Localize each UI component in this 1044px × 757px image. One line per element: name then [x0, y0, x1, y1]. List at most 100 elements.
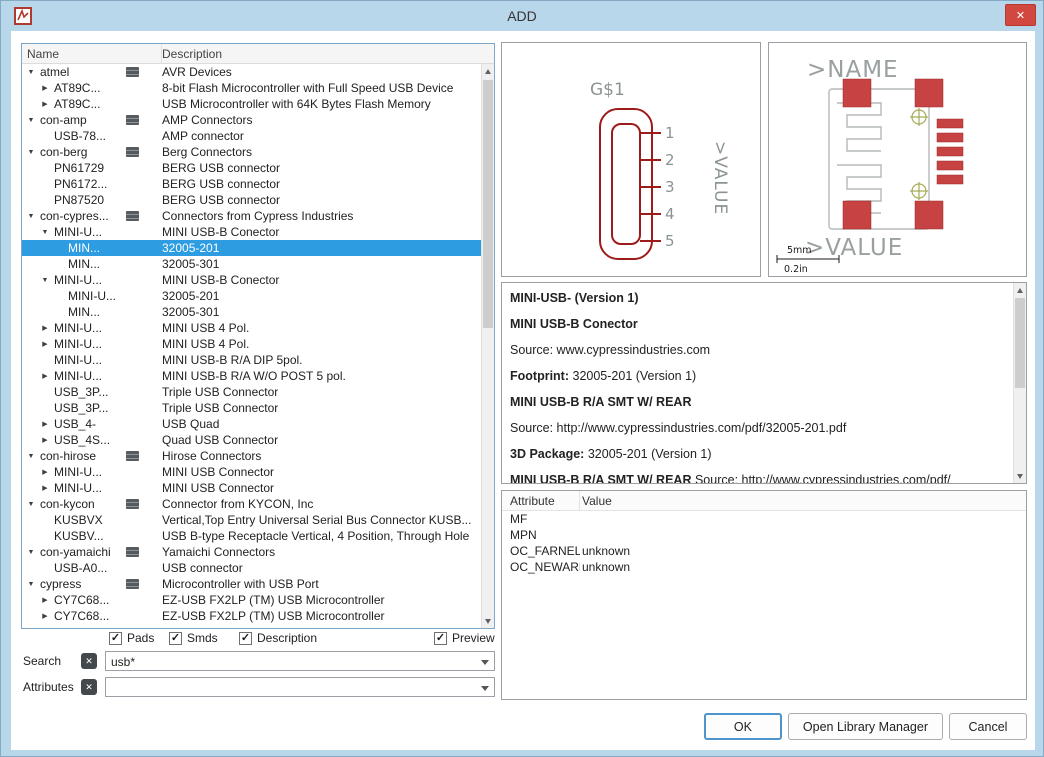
collapse-icon[interactable]: ▼: [26, 149, 36, 156]
column-header-name[interactable]: Name: [22, 44, 162, 63]
attribute-row[interactable]: MF: [502, 511, 1026, 527]
tree-row[interactable]: ▶ MINI-U... MINI USB 4 Pol.: [22, 320, 481, 336]
tree-row[interactable]: ▼ con-berg Berg Connectors: [22, 144, 481, 160]
preview-checkbox[interactable]: ✓ Preview: [434, 631, 495, 645]
library-tree-body[interactable]: ▼ atmel AVR Devices ▶ AT89C... 8-bit Flash Mi…: [22, 64, 481, 628]
attributes-filter-row: Attributes ✕: [21, 677, 495, 697]
description-checkbox[interactable]: ✓ Description: [239, 631, 317, 645]
expand-icon[interactable]: ▶: [40, 420, 50, 428]
tree-row[interactable]: ▼ MINI-U... MINI USB-B Conector: [22, 224, 481, 240]
tree-row[interactable]: ▼ con-yamaichi Yamaichi Connectors: [22, 544, 481, 560]
collapse-icon[interactable]: ▼: [26, 453, 36, 460]
description-paragraph: 3D Package: 32005-201 (Version 1): [510, 446, 1005, 462]
expand-icon[interactable]: ▶: [40, 612, 50, 620]
entry-name: MINI-U...: [54, 225, 102, 239]
tree-row[interactable]: PN61729 BERG USB connector: [22, 160, 481, 176]
tree-row[interactable]: USB_3P... Triple USB Connector: [22, 384, 481, 400]
tree-row[interactable]: ▶ USB_4S... Quad USB Connector: [22, 432, 481, 448]
column-header-description[interactable]: Description: [162, 44, 494, 63]
close-button[interactable]: ✕: [1005, 4, 1036, 26]
tree-row[interactable]: USB_3P... Triple USB Connector: [22, 400, 481, 416]
checkbox-box[interactable]: ✓: [109, 631, 122, 645]
clear-attributes-icon[interactable]: ✕: [81, 679, 97, 695]
ok-button[interactable]: OK: [703, 713, 782, 740]
dropdown-arrow-icon[interactable]: [481, 686, 489, 691]
tree-scrollbar[interactable]: [481, 64, 494, 628]
checkbox-box[interactable]: ✓: [169, 631, 182, 645]
tree-row[interactable]: PN87520 BERG USB connector: [22, 192, 481, 208]
tree-row[interactable]: ▶ AT89C... USB Microcontroller with 64K By…: [22, 96, 481, 112]
expand-icon[interactable]: ▶: [40, 372, 50, 380]
expand-icon[interactable]: ▶: [40, 100, 50, 108]
tree-row[interactable]: ▶ USB_4- USB Quad: [22, 416, 481, 432]
cancel-button[interactable]: Cancel: [949, 713, 1027, 740]
dropdown-arrow-icon[interactable]: [481, 660, 489, 665]
scroll-thumb[interactable]: [1015, 298, 1025, 388]
column-header-value[interactable]: Value: [580, 491, 1026, 510]
tree-row[interactable]: ▼ con-hirose Hirose Connectors: [22, 448, 481, 464]
checkbox-box[interactable]: ✓: [239, 631, 252, 645]
tree-row[interactable]: PN6172... BERG USB connector: [22, 176, 481, 192]
expand-icon[interactable]: ▶: [40, 484, 50, 492]
collapse-icon[interactable]: ▼: [26, 69, 36, 76]
tree-row[interactable]: MIN... 32005-201: [22, 240, 481, 256]
tree-row[interactable]: ▼ cypress Microcontroller with USB Port: [22, 576, 481, 592]
tree-row[interactable]: ▶ CY7C68... EZ-USB FX2LP (TM) USB Microcon…: [22, 592, 481, 608]
collapse-icon[interactable]: ▼: [40, 277, 50, 284]
pads-checkbox[interactable]: ✓ Pads: [109, 631, 154, 645]
tree-row[interactable]: ▼ MINI-U... MINI USB-B Conector: [22, 272, 481, 288]
scroll-up-icon[interactable]: [482, 64, 494, 78]
expand-icon[interactable]: ▶: [40, 84, 50, 92]
collapse-icon[interactable]: ▼: [26, 581, 36, 588]
tree-row[interactable]: ▶ CY7C68... EZ-USB FX2LP (TM) USB Microcon…: [22, 608, 481, 624]
checkbox-box[interactable]: ✓: [434, 631, 447, 645]
entry-description: MINI USB 4 Pol.: [162, 321, 250, 335]
tree-row[interactable]: ▼ con-kycon Connector from KYCON, Inc: [22, 496, 481, 512]
tree-row[interactable]: ▶ AT89C... 8-bit Flash Microcontroller wit…: [22, 80, 481, 96]
tree-row[interactable]: MIN... 32005-301: [22, 256, 481, 272]
collapse-icon[interactable]: ▼: [26, 117, 36, 124]
expand-icon[interactable]: ▶: [40, 468, 50, 476]
collapse-icon[interactable]: ▼: [26, 549, 36, 556]
clear-search-icon[interactable]: ✕: [81, 653, 97, 669]
collapse-icon[interactable]: ▼: [40, 229, 50, 236]
collapse-icon[interactable]: ▼: [26, 213, 36, 220]
entry-description: USB connector: [162, 561, 243, 575]
titlebar[interactable]: ADD ✕: [1, 1, 1043, 31]
expand-icon[interactable]: ▶: [40, 340, 50, 348]
attribute-row[interactable]: OC_NEWARK unknown: [502, 559, 1026, 575]
tree-row[interactable]: ▶ MINI-U... MINI USB 4 Pol.: [22, 336, 481, 352]
open-library-manager-button[interactable]: Open Library Manager: [787, 713, 943, 740]
tree-row[interactable]: ▶ MINI-U... MINI USB-B R/A W/O POST 5 pol.: [22, 368, 481, 384]
tree-row[interactable]: USB-78... AMP connector: [22, 128, 481, 144]
attribute-row[interactable]: MPN: [502, 527, 1026, 543]
scroll-up-icon[interactable]: [1014, 283, 1026, 297]
smds-checkbox[interactable]: ✓ Smds: [169, 631, 218, 645]
tree-name-cell: USB-A0...: [22, 560, 162, 576]
attribute-row[interactable]: OC_FARNELLunknown: [502, 543, 1026, 559]
column-header-attribute[interactable]: Attribute: [502, 491, 580, 510]
tree-row[interactable]: USB-A0... USB connector: [22, 560, 481, 576]
tree-row[interactable]: KUSBVX Vertical,Top Entry Universal Seria…: [22, 512, 481, 528]
tree-row[interactable]: MINI-U... MINI USB-B R/A DIP 5pol.: [22, 352, 481, 368]
tree-row[interactable]: ▼ atmel AVR Devices: [22, 64, 481, 80]
scroll-down-icon[interactable]: [482, 614, 494, 628]
attributes-input[interactable]: [105, 677, 495, 697]
tree-row[interactable]: ▶ MINI-U... MINI USB Connector: [22, 464, 481, 480]
search-input[interactable]: usb*: [105, 651, 495, 671]
tree-row[interactable]: ▼ con-amp AMP Connectors: [22, 112, 481, 128]
expand-icon[interactable]: ▶: [40, 324, 50, 332]
scroll-down-icon[interactable]: [1014, 469, 1026, 483]
tree-row[interactable]: ▼ con-cypres... Connectors from Cypress In…: [22, 208, 481, 224]
expand-icon[interactable]: ▶: [40, 436, 50, 444]
tree-row[interactable]: ▶ MINI-U... MINI USB Connector: [22, 480, 481, 496]
description-scrollbar[interactable]: [1013, 283, 1026, 483]
expand-icon[interactable]: ▶: [40, 596, 50, 604]
tree-row[interactable]: MIN... 32005-301: [22, 304, 481, 320]
tree-row[interactable]: MINI-U... 32005-201: [22, 288, 481, 304]
triangle-down-icon: [485, 618, 491, 624]
entry-description: BERG USB connector: [162, 161, 281, 175]
collapse-icon[interactable]: ▼: [26, 501, 36, 508]
scroll-thumb[interactable]: [483, 80, 493, 328]
tree-row[interactable]: KUSBV... USB B-type Receptacle Vertical, …: [22, 528, 481, 544]
